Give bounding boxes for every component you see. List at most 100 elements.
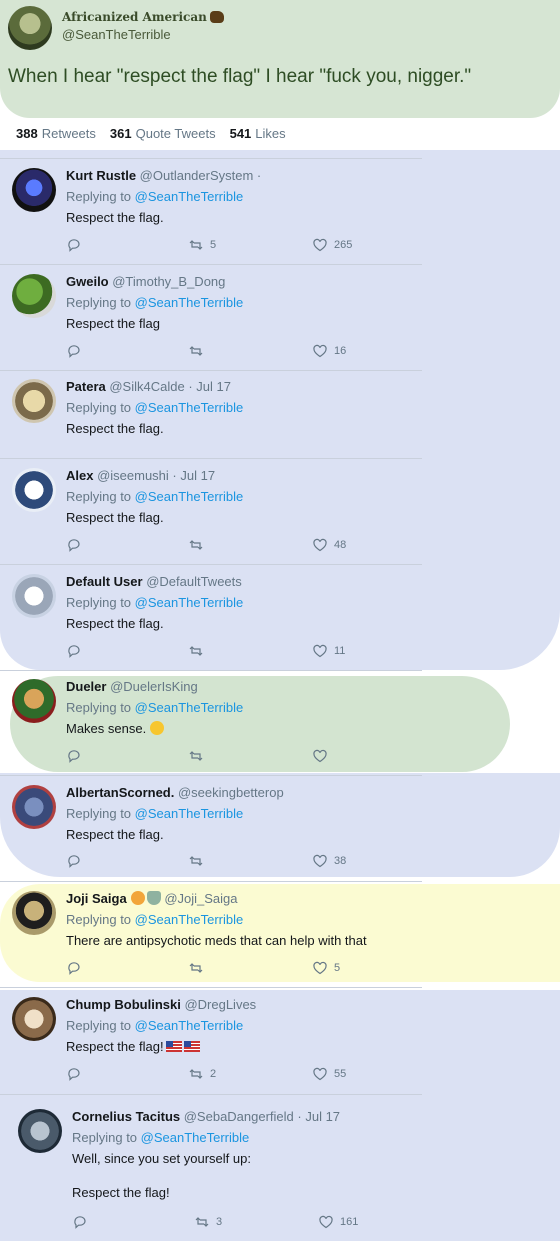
mention-link[interactable]: @SeanTheTerrible bbox=[135, 595, 244, 610]
retweets-stat[interactable]: 388 Retweets bbox=[16, 126, 96, 141]
mention-link[interactable]: @SeanTheTerrible bbox=[135, 806, 244, 821]
avatar[interactable] bbox=[12, 997, 56, 1041]
handle[interactable]: @Timothy_B_Dong bbox=[109, 274, 225, 289]
reply-icon[interactable] bbox=[72, 1214, 88, 1230]
like-count: 265 bbox=[334, 239, 353, 251]
reply-body: Patera @Silk4Calde · Jul 17 Replying to @… bbox=[66, 379, 416, 436]
like-icon[interactable]: 5 bbox=[312, 960, 340, 976]
display-name[interactable]: Chump Bobulinski bbox=[66, 997, 181, 1012]
replying-label: Replying to bbox=[66, 806, 135, 821]
like-icon[interactable]: 38 bbox=[312, 853, 346, 869]
reply-actions: 5 265 bbox=[66, 237, 366, 253]
replying-label: Replying to bbox=[66, 400, 135, 415]
handle[interactable]: @seekingbetterop bbox=[174, 785, 284, 800]
reply-body: AlbertanScorned. @seekingbetterop Replyin… bbox=[66, 785, 416, 842]
retweet-icon[interactable]: 3 bbox=[194, 1214, 222, 1230]
reply-text: Makes sense. bbox=[66, 721, 416, 736]
reply-icon[interactable] bbox=[66, 748, 82, 764]
retweet-icon[interactable] bbox=[188, 748, 204, 764]
like-icon[interactable]: 265 bbox=[312, 237, 352, 253]
mention-link[interactable]: @SeanTheTerrible bbox=[135, 1018, 244, 1033]
handle[interactable]: @iseemushi · Jul 17 bbox=[93, 468, 215, 483]
reply-actions: 16 bbox=[66, 343, 366, 359]
display-name[interactable]: Kurt Rustle bbox=[66, 168, 136, 183]
reply-icon[interactable] bbox=[66, 853, 82, 869]
avatar[interactable] bbox=[12, 168, 56, 212]
retweet-icon[interactable]: 5 bbox=[188, 237, 216, 253]
retweet-icon[interactable] bbox=[188, 643, 204, 659]
likes-stat[interactable]: 541 Likes bbox=[230, 126, 286, 141]
reply-body: Kurt Rustle @OutlanderSystem · Replying t… bbox=[66, 168, 416, 225]
handle[interactable]: @DefaultTweets bbox=[143, 574, 242, 589]
mention-link[interactable]: @SeanTheTerrible bbox=[135, 489, 244, 504]
handle[interactable]: @DregLives bbox=[181, 997, 256, 1012]
tweet-text: When I hear "respect the flag" I hear "f… bbox=[8, 66, 472, 87]
display-name[interactable]: Cornelius Tacitus bbox=[72, 1109, 180, 1124]
mention-link[interactable]: @SeanTheTerrible bbox=[135, 912, 244, 927]
reply-icon[interactable] bbox=[66, 343, 82, 359]
reply-text: Well, since you set yourself up: bbox=[72, 1151, 251, 1166]
replying-to: Replying to @SeanTheTerrible bbox=[66, 189, 416, 206]
reply-body: Alex @iseemushi · Jul 17 Replying to @Sea… bbox=[66, 468, 416, 525]
avatar[interactable] bbox=[8, 6, 52, 50]
display-name[interactable]: AlbertanScorned. bbox=[66, 785, 174, 800]
retweet-icon[interactable]: 2 bbox=[188, 1066, 216, 1082]
mention-link[interactable]: @SeanTheTerrible bbox=[135, 295, 244, 310]
replying-label: Replying to bbox=[66, 595, 135, 610]
reply-text: Respect the flag. bbox=[66, 616, 164, 631]
like-icon[interactable]: 16 bbox=[312, 343, 346, 359]
handle[interactable]: @Joji_Saiga bbox=[161, 891, 237, 906]
avatar[interactable] bbox=[12, 679, 56, 723]
handle[interactable]: @OutlanderSystem · bbox=[136, 168, 262, 183]
display-name[interactable]: Joji Saiga bbox=[66, 891, 127, 906]
author-handle[interactable]: @SeanTheTerrible bbox=[62, 27, 224, 42]
author-name-text: Africanized American bbox=[62, 10, 207, 24]
handle[interactable]: @DuelerIsKing bbox=[106, 679, 198, 694]
reply-actions: 48 bbox=[66, 537, 366, 553]
reply-actions: 3 161 bbox=[72, 1214, 372, 1230]
like-icon[interactable]: 55 bbox=[312, 1066, 346, 1082]
tweet-author[interactable]: Africanized American @SeanTheTerrible bbox=[8, 6, 224, 50]
avatar[interactable] bbox=[12, 274, 56, 318]
handle[interactable]: @Silk4Calde · Jul 17 bbox=[106, 379, 231, 394]
quotes-stat[interactable]: 361 Quote Tweets bbox=[110, 126, 216, 141]
reply-icon[interactable] bbox=[66, 1066, 82, 1082]
avatar[interactable] bbox=[18, 1109, 62, 1153]
display-name[interactable]: Default User bbox=[66, 574, 143, 589]
retweet-icon[interactable] bbox=[188, 853, 204, 869]
reply-actions: 11 bbox=[66, 643, 366, 659]
avatar[interactable] bbox=[12, 891, 56, 935]
display-name[interactable]: Patera bbox=[66, 379, 106, 394]
mention-link[interactable]: @SeanTheTerrible bbox=[135, 700, 244, 715]
like-icon[interactable]: 161 bbox=[318, 1214, 358, 1230]
display-name[interactable]: Gweilo bbox=[66, 274, 109, 289]
avatar[interactable] bbox=[12, 468, 56, 512]
like-icon[interactable]: 11 bbox=[312, 643, 345, 659]
zodiac-icon bbox=[130, 891, 145, 905]
retweet-icon[interactable] bbox=[188, 343, 204, 359]
reply-icon[interactable] bbox=[66, 643, 82, 659]
us-flag-icon bbox=[183, 1041, 200, 1052]
divider bbox=[0, 987, 422, 988]
like-icon[interactable]: 48 bbox=[312, 537, 346, 553]
mention-link[interactable]: @SeanTheTerrible bbox=[135, 189, 244, 204]
reply-icon[interactable] bbox=[66, 960, 82, 976]
replying-to: Replying to @SeanTheTerrible bbox=[66, 806, 416, 823]
author-name[interactable]: Africanized American bbox=[62, 10, 224, 24]
handle[interactable]: @SebaDangerfield · Jul 17 bbox=[180, 1109, 340, 1124]
reply-body: Chump Bobulinski @DregLives Replying to @… bbox=[66, 997, 416, 1054]
replying-label: Replying to bbox=[66, 295, 135, 310]
like-icon[interactable] bbox=[312, 748, 328, 764]
avatar[interactable] bbox=[12, 379, 56, 423]
display-name[interactable]: Alex bbox=[66, 468, 93, 483]
mention-link[interactable]: @SeanTheTerrible bbox=[135, 400, 244, 415]
mention-link[interactable]: @SeanTheTerrible bbox=[141, 1130, 250, 1145]
reply-header: Gweilo @Timothy_B_Dong bbox=[66, 274, 416, 291]
reply-icon[interactable] bbox=[66, 537, 82, 553]
display-name[interactable]: Dueler bbox=[66, 679, 106, 694]
avatar[interactable] bbox=[12, 574, 56, 618]
reply-icon[interactable] bbox=[66, 237, 82, 253]
retweet-icon[interactable] bbox=[188, 960, 204, 976]
retweet-icon[interactable] bbox=[188, 537, 204, 553]
avatar[interactable] bbox=[12, 785, 56, 829]
